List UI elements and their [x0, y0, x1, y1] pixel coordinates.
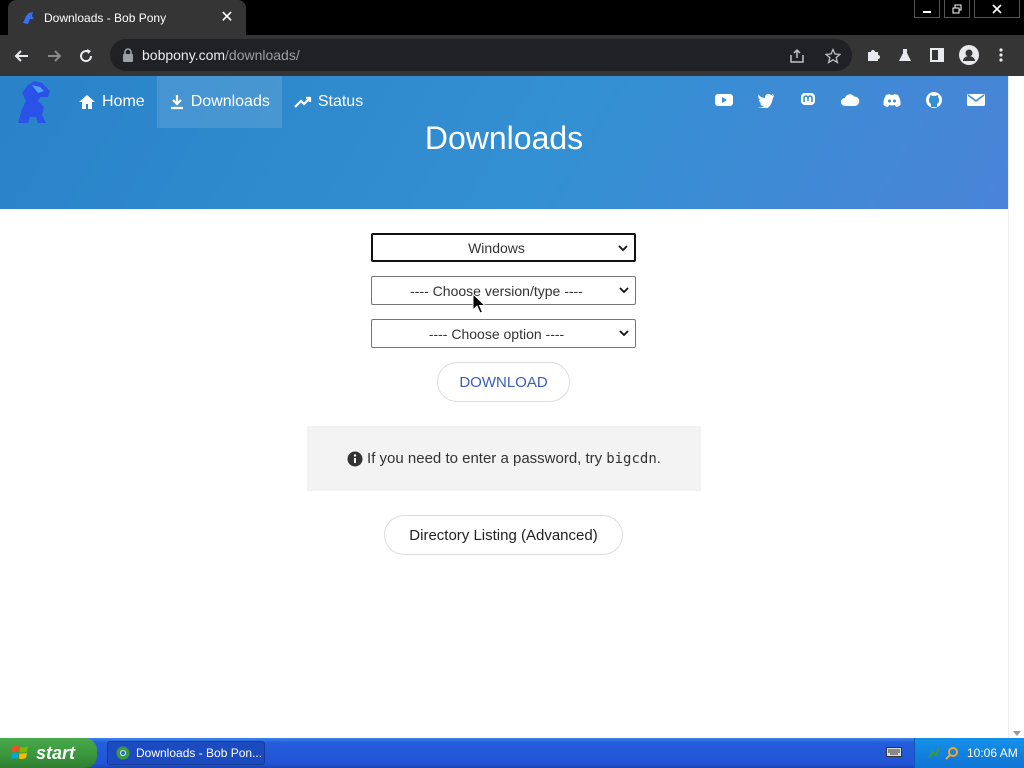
mouse-cursor-icon: [472, 293, 486, 314]
twitter-icon[interactable]: [756, 90, 776, 110]
option-select-value: ---- Choose option ----: [428, 325, 565, 342]
system-tray: 10:06 AM: [914, 738, 1024, 768]
page-scrollbar[interactable]: [1008, 76, 1024, 738]
youtube-icon[interactable]: [714, 90, 734, 110]
share-icon[interactable]: [786, 45, 808, 67]
keyboard-layout-icon[interactable]: [886, 746, 902, 758]
bookmark-star-icon[interactable]: [822, 45, 844, 67]
browser-menu-icon[interactable]: [990, 44, 1012, 66]
window-controls: [910, 0, 1024, 20]
page-viewport: Home Downloads Status Downloads Windows …: [0, 76, 1024, 738]
back-arrow-icon: [14, 49, 28, 62]
side-panel-icon[interactable]: [926, 44, 948, 66]
address-bar[interactable]: bobpony.com/downloads/: [110, 39, 852, 71]
profile-avatar-icon[interactable]: [958, 44, 980, 66]
page-title: Downloads: [424, 120, 584, 156]
url-domain: bobpony.com: [142, 47, 226, 63]
notice-text: If you need to enter a password, try: [367, 450, 603, 467]
os-select[interactable]: Windows: [371, 233, 636, 262]
lock-icon: [123, 48, 133, 62]
chevron-down-icon: [619, 287, 629, 294]
search-icon[interactable]: [945, 746, 959, 760]
hero-header: Home Downloads Status Downloads: [0, 76, 1008, 209]
version-type-select[interactable]: ---- Choose version/type ----: [371, 276, 636, 305]
github-icon[interactable]: [924, 90, 944, 110]
version-select-value: ---- Choose version/type ----: [410, 282, 583, 299]
url-path: /downloads/: [225, 47, 300, 63]
taskbar: start Downloads - Bob Pon... 10:06 AM: [0, 738, 1024, 768]
screen: Downloads - Bob Pony ✕ bobpony.com/downl…: [0, 0, 1024, 768]
notice-period: .: [656, 450, 661, 467]
minimize-button[interactable]: [914, 0, 940, 18]
nav-downloads-label: Downloads: [190, 93, 270, 110]
os-select-value: Windows: [468, 239, 525, 256]
social-links: [714, 90, 986, 110]
close-window-button[interactable]: [974, 0, 1020, 18]
option-select[interactable]: ---- Choose option ----: [371, 319, 636, 348]
browser-titlebar: Downloads - Bob Pony ✕: [0, 0, 1024, 35]
url-text: bobpony.com/downloads/: [142, 47, 300, 63]
back-button[interactable]: [6, 40, 38, 72]
extension-area: [862, 39, 1012, 71]
discord-icon[interactable]: [882, 90, 902, 110]
cloud-icon[interactable]: [840, 90, 860, 110]
task-label: Downloads - Bob Pon...: [136, 746, 263, 760]
browser-toolbar: bobpony.com/downloads/: [0, 35, 1024, 76]
forward-arrow-icon: [48, 49, 62, 62]
tab-close-icon[interactable]: ✕: [218, 9, 236, 26]
info-icon: [347, 451, 363, 466]
tab-title: Downloads - Bob Pony: [44, 10, 167, 25]
restore-button[interactable]: [944, 0, 970, 18]
home-icon: [79, 95, 95, 109]
chevron-down-icon: [618, 245, 628, 252]
password-notice: If you need to enter a password, try big…: [307, 426, 701, 491]
mastodon-icon[interactable]: [798, 90, 818, 110]
mail-icon[interactable]: [966, 90, 986, 110]
extensions-puzzle-icon[interactable]: [862, 44, 884, 66]
nav-home-label: Home: [102, 93, 145, 110]
browser-tab[interactable]: Downloads - Bob Pony ✕: [8, 0, 246, 35]
start-button[interactable]: start: [0, 738, 97, 768]
labs-flask-icon[interactable]: [894, 44, 916, 66]
taskbar-task-chrome[interactable]: Downloads - Bob Pon...: [107, 741, 265, 765]
network-icon[interactable]: [927, 746, 941, 760]
reload-button[interactable]: [70, 40, 102, 72]
forward-button[interactable]: [38, 40, 70, 72]
reload-icon: [80, 48, 93, 62]
omnibox-actions: [786, 45, 844, 67]
download-icon: [170, 95, 183, 110]
start-label: start: [36, 742, 76, 763]
chrome-icon: [116, 746, 130, 760]
download-button[interactable]: DOWNLOAD: [437, 362, 570, 402]
clock: 10:06 AM: [967, 746, 1018, 760]
scroll-down-arrow-icon[interactable]: [1013, 731, 1021, 736]
nav-status-label: Status: [317, 93, 364, 110]
bobpony-favicon-icon: [20, 10, 36, 26]
notice-password-code: bigcdn: [606, 450, 657, 467]
chevron-down-icon: [619, 330, 629, 337]
windows-flag-icon: [11, 745, 28, 759]
directory-listing-button[interactable]: Directory Listing (Advanced): [384, 515, 623, 555]
trending-up-icon: [294, 96, 311, 108]
